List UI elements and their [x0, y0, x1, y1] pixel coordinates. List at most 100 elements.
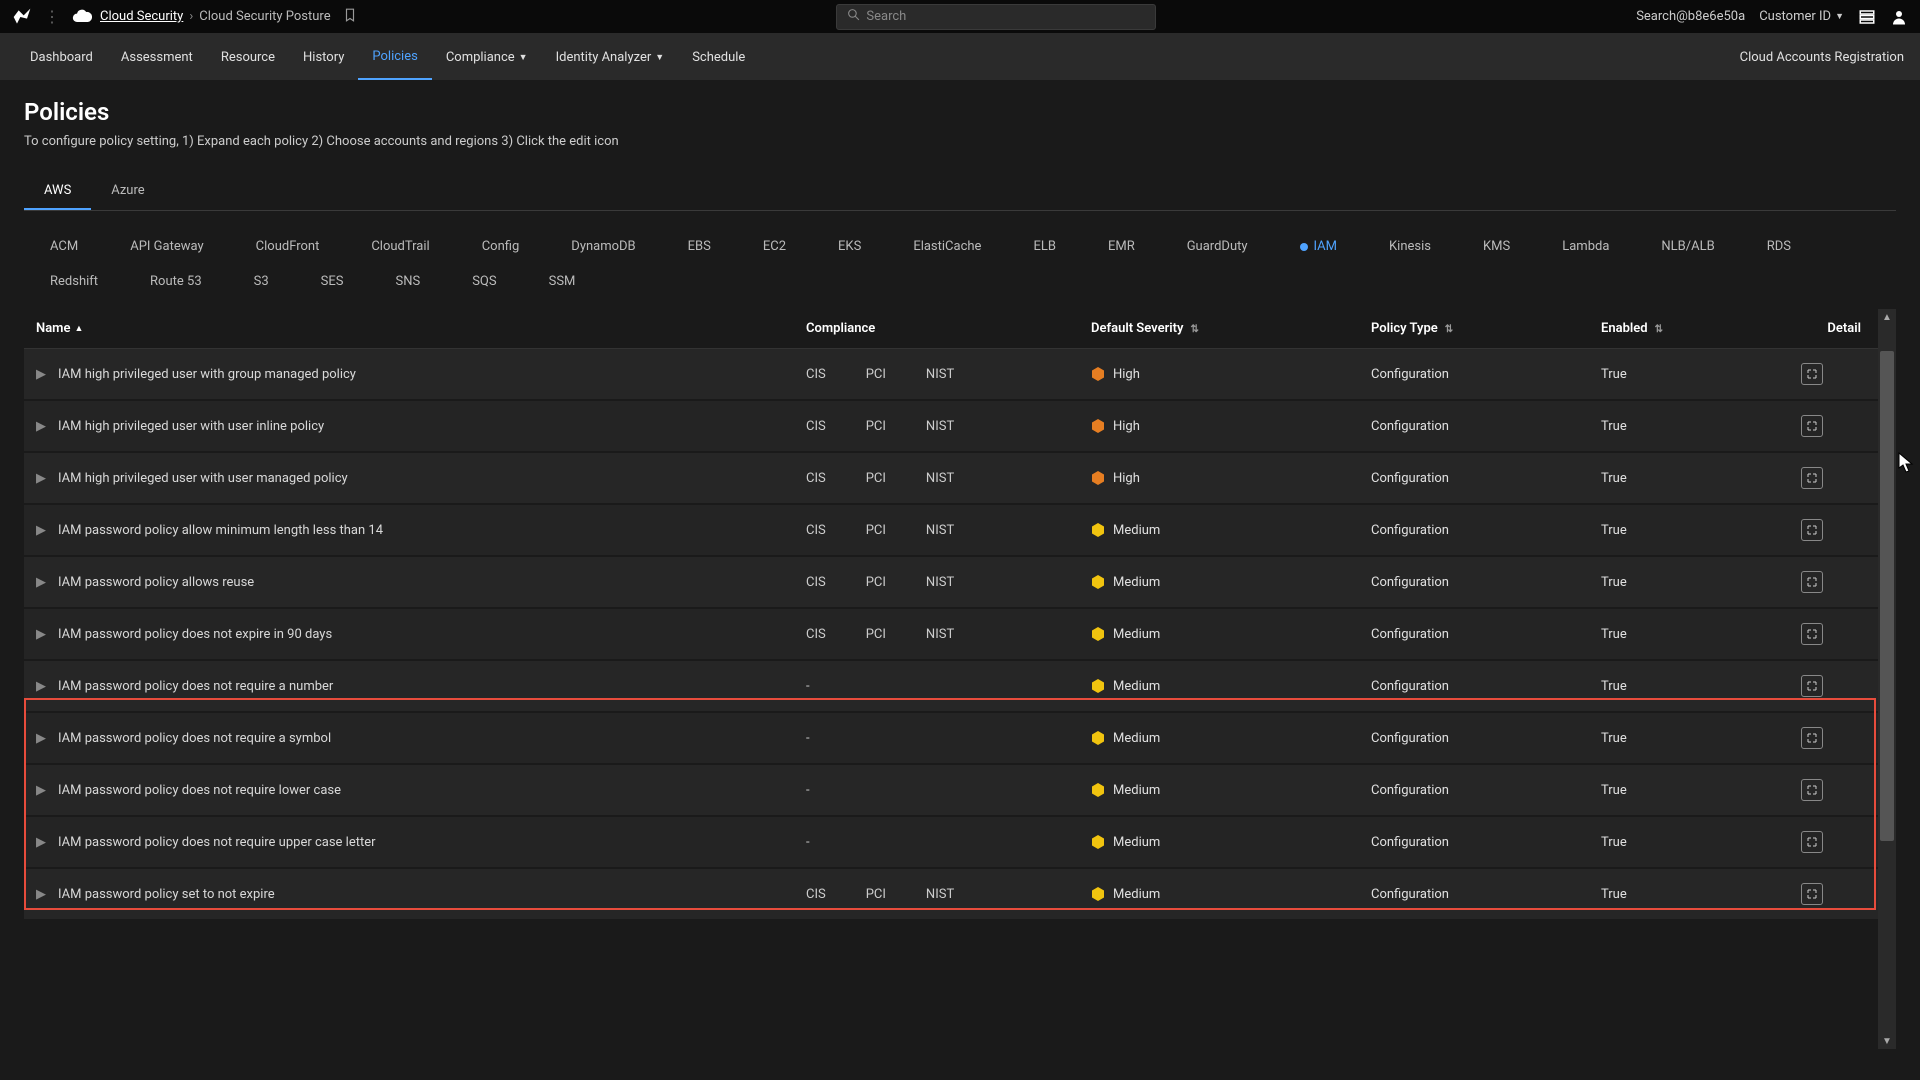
service-elasticache[interactable]: ElastiCache	[887, 229, 1007, 264]
service-ssm[interactable]: SSM	[523, 264, 602, 299]
col-header-severity[interactable]: Default Severity	[1091, 321, 1371, 336]
expand-icon[interactable]: ▶	[36, 471, 46, 486]
nav-dashboard[interactable]: Dashboard	[16, 34, 107, 80]
policy-name[interactable]: IAM high privileged user with group mana…	[58, 367, 356, 382]
service-acm[interactable]: ACM	[24, 229, 104, 264]
policy-name[interactable]: IAM password policy allow minimum length…	[58, 523, 383, 538]
service-ses[interactable]: SES	[295, 264, 370, 299]
col-header-type[interactable]: Policy Type	[1371, 321, 1601, 336]
policy-name[interactable]: IAM password policy does not require upp…	[58, 835, 376, 850]
nav-resource[interactable]: Resource	[207, 34, 289, 80]
severity-label: Medium	[1113, 523, 1160, 538]
service-label: SQS	[472, 274, 496, 289]
expand-icon[interactable]: ▶	[36, 523, 46, 538]
severity-hex-icon	[1091, 731, 1105, 745]
service-sqs[interactable]: SQS	[446, 264, 522, 299]
detail-expand-button[interactable]	[1801, 467, 1823, 489]
service-label: KMS	[1483, 239, 1510, 254]
tab-aws[interactable]: AWS	[24, 173, 91, 210]
policy-name[interactable]: IAM password policy does not require a n…	[58, 679, 333, 694]
nav-assessment[interactable]: Assessment	[107, 34, 207, 80]
expand-icon[interactable]: ▶	[36, 731, 46, 746]
detail-expand-button[interactable]	[1801, 415, 1823, 437]
customer-label: Customer ID	[1759, 9, 1831, 24]
col-header-detail: Detail	[1801, 321, 1861, 336]
nav-cloud-accounts[interactable]: Cloud Accounts Registration	[1740, 50, 1904, 65]
policy-name[interactable]: IAM password policy set to not expire	[58, 887, 275, 902]
table-row: ▶ IAM high privileged user with group man…	[24, 349, 1896, 399]
expand-icon[interactable]: ▶	[36, 835, 46, 850]
detail-expand-button[interactable]	[1801, 831, 1823, 853]
service-iam[interactable]: IAM	[1274, 229, 1363, 264]
detail-expand-button[interactable]	[1801, 623, 1823, 645]
service-sns[interactable]: SNS	[369, 264, 446, 299]
service-dynamodb[interactable]: DynamoDB	[545, 229, 661, 264]
expand-icon[interactable]: ▶	[36, 575, 46, 590]
scroll-thumb[interactable]	[1880, 351, 1894, 841]
customer-dropdown[interactable]: Customer ID ▼	[1759, 9, 1844, 24]
policy-name[interactable]: IAM high privileged user with user manag…	[58, 471, 348, 486]
service-label: IAM	[1314, 239, 1337, 254]
service-rds[interactable]: RDS	[1741, 229, 1817, 264]
enabled-value: True	[1601, 627, 1801, 642]
nav-compliance[interactable]: Compliance▼	[432, 34, 542, 80]
detail-expand-button[interactable]	[1801, 779, 1823, 801]
policy-name[interactable]: IAM password policy does not require a s…	[58, 731, 331, 746]
detail-expand-button[interactable]	[1801, 675, 1823, 697]
policy-name[interactable]: IAM password policy allows reuse	[58, 575, 254, 590]
detail-expand-button[interactable]	[1801, 727, 1823, 749]
expand-icon[interactable]: ▶	[36, 419, 46, 434]
compliance-tag: NIST	[926, 523, 954, 538]
service-cloudtrail[interactable]: CloudTrail	[345, 229, 455, 264]
expand-icon[interactable]: ▶	[36, 627, 46, 642]
nav-identity-analyzer[interactable]: Identity Analyzer▼	[542, 34, 679, 80]
expand-icon[interactable]: ▶	[36, 679, 46, 694]
policy-name[interactable]: IAM high privileged user with user inlin…	[58, 419, 324, 434]
service-guardduty[interactable]: GuardDuty	[1161, 229, 1274, 264]
service-kms[interactable]: KMS	[1457, 229, 1536, 264]
search-input[interactable]: Search	[836, 4, 1156, 30]
service-lambda[interactable]: Lambda	[1536, 229, 1635, 264]
breadcrumb-root[interactable]: Cloud Security	[100, 9, 183, 24]
service-redshift[interactable]: Redshift	[24, 264, 124, 299]
col-header-enabled[interactable]: Enabled	[1601, 321, 1801, 336]
expand-icon[interactable]: ▶	[36, 367, 46, 382]
radio-active-icon	[1300, 243, 1308, 251]
sort-icon	[1442, 321, 1453, 336]
service-api-gateway[interactable]: API Gateway	[104, 229, 229, 264]
service-config[interactable]: Config	[456, 229, 546, 264]
detail-expand-button[interactable]	[1801, 363, 1823, 385]
user-avatar-icon[interactable]	[1890, 8, 1908, 26]
scrollbar[interactable]: ▲ ▼	[1878, 309, 1896, 1049]
col-header-compliance[interactable]: Compliance	[806, 321, 1091, 336]
tab-azure[interactable]: Azure	[91, 173, 164, 210]
detail-expand-button[interactable]	[1801, 571, 1823, 593]
nav-history[interactable]: History	[289, 34, 358, 80]
detail-expand-button[interactable]	[1801, 883, 1823, 905]
service-kinesis[interactable]: Kinesis	[1363, 229, 1457, 264]
policy-name[interactable]: IAM password policy does not require low…	[58, 783, 341, 798]
service-cloudfront[interactable]: CloudFront	[230, 229, 346, 264]
col-header-name[interactable]: Name▲	[36, 321, 806, 336]
expand-icon[interactable]: ▶	[36, 887, 46, 902]
nav-policies[interactable]: Policies	[358, 34, 431, 80]
service-elb[interactable]: ELB	[1007, 229, 1082, 264]
service-emr[interactable]: EMR	[1082, 229, 1161, 264]
bookmark-icon[interactable]	[343, 8, 357, 26]
service-label: Config	[482, 239, 520, 254]
detail-expand-button[interactable]	[1801, 519, 1823, 541]
nav-schedule[interactable]: Schedule	[678, 34, 759, 80]
cloud-tabs: AWSAzure	[24, 173, 1896, 211]
service-ebs[interactable]: EBS	[662, 229, 737, 264]
service-nlb-alb[interactable]: NLB/ALB	[1635, 229, 1740, 264]
service-eks[interactable]: EKS	[812, 229, 887, 264]
activity-icon[interactable]	[1858, 8, 1876, 26]
expand-icon[interactable]: ▶	[36, 783, 46, 798]
service-s3[interactable]: S3	[228, 264, 295, 299]
table-row: ▶ IAM password policy does not require a …	[24, 713, 1896, 763]
scroll-down-icon[interactable]: ▼	[1878, 1033, 1896, 1049]
scroll-up-icon[interactable]: ▲	[1878, 309, 1896, 325]
service-ec2[interactable]: EC2	[737, 229, 812, 264]
service-route-53[interactable]: Route 53	[124, 264, 228, 299]
policy-name[interactable]: IAM password policy does not expire in 9…	[58, 627, 332, 642]
